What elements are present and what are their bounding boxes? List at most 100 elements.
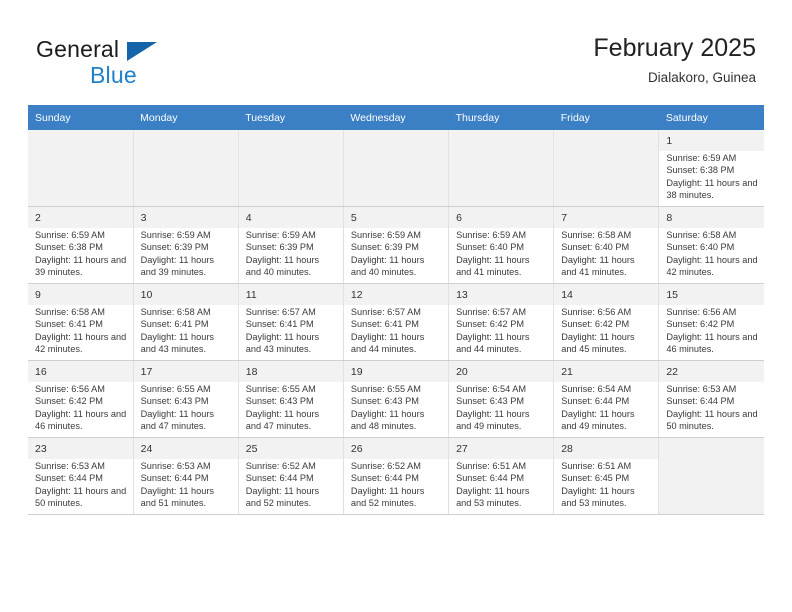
calendar-day-cell[interactable]: 2 Sunrise: 6:59 AM Sunset: 6:38 PM Daylight… [28,206,134,284]
day-cell-inner: 16 Sunrise: 6:56 AM Sunset: 6:42 PM Dayligh… [28,361,133,434]
weekday-header-thursday: Thursday [448,105,554,130]
sunset-text: Sunset: 6:41 PM [35,319,103,330]
calendar-day-cell[interactable]: 13 Sunrise: 6:57 AM Sunset: 6:42 PM Dayligh… [448,283,555,361]
sunrise-text: Sunrise: 6:58 AM [35,307,105,317]
calendar-day-cell[interactable]: 24 Sunrise: 6:53 AM Sunset: 6:44 PM Dayligh… [133,437,239,515]
sunrise-text: Sunrise: 6:55 AM [245,384,316,394]
calendar-week-row: 9 Sunrise: 6:58 AM Sunset: 6:41 PM Daylight… [28,283,764,361]
day-number: 21 [554,361,659,382]
daylight-text: Daylight: 11 hours and 40 minutes. [350,254,425,278]
day-cell-inner: 25 Sunrise: 6:52 AM Sunset: 6:44 PM Dayligh… [238,438,343,511]
calendar-day-cell[interactable]: 5 Sunrise: 6:59 AM Sunset: 6:39 PM Daylight… [343,206,450,284]
calendar-day-cell[interactable]: 18 Sunrise: 6:55 AM Sunset: 6:43 PM Dayligh… [238,360,344,438]
day-number: 10 [133,284,238,305]
calendar-day-cell[interactable]: 8 Sunrise: 6:58 AM Sunset: 6:40 PM Daylight… [658,206,764,284]
daylight-text: Daylight: 11 hours and 45 minutes. [561,331,635,355]
daylight-text: Daylight: 11 hours and 42 minutes. [666,254,758,278]
sunset-text: Sunset: 6:40 PM [561,242,630,253]
calendar-day-cell-empty [553,130,660,207]
daylight-text: Daylight: 11 hours and 50 minutes. [666,408,758,432]
calendar-day-cell[interactable]: 12 Sunrise: 6:57 AM Sunset: 6:41 PM Dayligh… [343,283,450,361]
calendar-day-cell[interactable]: 26 Sunrise: 6:52 AM Sunset: 6:44 PM Dayligh… [343,437,450,515]
daylight-text: Daylight: 11 hours and 42 minutes. [35,331,127,355]
day-cell-inner: 10 Sunrise: 6:58 AM Sunset: 6:41 PM Dayligh… [133,284,238,357]
day-number: 13 [449,284,554,305]
calendar-day-cell[interactable]: 25 Sunrise: 6:52 AM Sunset: 6:44 PM Dayligh… [238,437,344,515]
day-info: Sunrise: 6:57 AM Sunset: 6:41 PM Daylight:… [351,306,442,356]
sunset-text: Sunset: 6:43 PM [245,396,314,407]
calendar-day-cell[interactable]: 23 Sunrise: 6:53 AM Sunset: 6:44 PM Dayligh… [28,437,134,515]
calendar-day-cell[interactable]: 11 Sunrise: 6:57 AM Sunset: 6:41 PM Dayligh… [238,283,344,361]
calendar-day-cell[interactable]: 28 Sunrise: 6:51 AM Sunset: 6:45 PM Dayligh… [553,437,660,515]
sunrise-text: Sunrise: 6:59 AM [666,153,737,163]
sunrise-text: Sunrise: 6:58 AM [140,307,211,317]
sunset-text: Sunset: 6:44 PM [666,396,735,407]
sunrise-text: Sunrise: 6:59 AM [35,230,105,240]
calendar-day-cell[interactable]: 22 Sunrise: 6:53 AM Sunset: 6:44 PM Dayligh… [658,360,764,438]
day-info: Sunrise: 6:51 AM Sunset: 6:44 PM Daylight:… [456,460,547,510]
sunrise-text: Sunrise: 6:57 AM [456,307,527,317]
calendar-day-cell[interactable]: 1 Sunrise: 6:59 AM Sunset: 6:38 PM Daylight… [658,130,764,207]
calendar-day-cell[interactable]: 15 Sunrise: 6:56 AM Sunset: 6:42 PM Dayligh… [658,283,764,361]
calendar-day-cell[interactable]: 3 Sunrise: 6:59 AM Sunset: 6:39 PM Daylight… [133,206,239,284]
sunset-text: Sunset: 6:44 PM [561,396,630,407]
sunset-text: Sunset: 6:40 PM [666,242,735,253]
day-info: Sunrise: 6:58 AM Sunset: 6:40 PM Daylight:… [666,229,758,279]
day-number: 20 [449,361,554,382]
day-number: 28 [554,438,659,459]
daylight-text: Daylight: 11 hours and 50 minutes. [35,485,127,509]
calendar-day-cell[interactable]: 7 Sunrise: 6:58 AM Sunset: 6:40 PM Daylight… [553,206,660,284]
day-cell-inner: 7 Sunrise: 6:58 AM Sunset: 6:40 PM Daylight… [554,207,659,280]
calendar-week-row: 16 Sunrise: 6:56 AM Sunset: 6:42 PM Dayligh… [28,360,764,438]
calendar-day-cell[interactable]: 4 Sunrise: 6:59 AM Sunset: 6:39 PM Daylight… [238,206,344,284]
general-blue-logo[interactable]: General Blue [36,36,216,92]
daylight-text: Daylight: 11 hours and 44 minutes. [456,331,530,355]
sunset-text: Sunset: 6:42 PM [666,319,735,330]
day-cell-inner: 15 Sunrise: 6:56 AM Sunset: 6:42 PM Dayligh… [659,284,764,357]
day-number: 6 [449,207,554,228]
calendar-day-cell[interactable]: 10 Sunrise: 6:58 AM Sunset: 6:41 PM Dayligh… [133,283,239,361]
weekday-header-tuesday: Tuesday [238,105,344,130]
day-cell-inner: 4 Sunrise: 6:59 AM Sunset: 6:39 PM Daylight… [238,207,343,280]
day-number: 11 [238,284,343,305]
day-cell-inner [134,130,238,203]
daylight-text: Daylight: 11 hours and 41 minutes. [561,254,635,278]
daylight-text: Daylight: 11 hours and 40 minutes. [245,254,320,278]
calendar-day-cell[interactable]: 9 Sunrise: 6:58 AM Sunset: 6:41 PM Daylight… [28,283,134,361]
daylight-text: Daylight: 11 hours and 46 minutes. [35,408,127,432]
day-cell-inner: 19 Sunrise: 6:55 AM Sunset: 6:43 PM Dayligh… [343,361,449,434]
calendar-page: General Blue February 2025 Dialakoro, Gu… [0,0,792,612]
calendar-day-cell[interactable]: 14 Sunrise: 6:56 AM Sunset: 6:42 PM Dayligh… [553,283,660,361]
day-info: Sunrise: 6:52 AM Sunset: 6:44 PM Daylight:… [246,460,337,510]
daylight-text: Daylight: 11 hours and 43 minutes. [140,331,215,355]
calendar-day-cell-empty [238,130,344,207]
calendar-day-cell[interactable]: 27 Sunrise: 6:51 AM Sunset: 6:44 PM Dayligh… [448,437,555,515]
day-info: Sunrise: 6:58 AM Sunset: 6:40 PM Daylight:… [561,229,652,279]
daylight-text: Daylight: 11 hours and 53 minutes. [456,485,530,509]
day-cell-inner: 23 Sunrise: 6:53 AM Sunset: 6:44 PM Dayligh… [28,438,133,511]
calendar-day-cell[interactable]: 6 Sunrise: 6:59 AM Sunset: 6:40 PM Daylight… [448,206,555,284]
calendar-day-cell-empty [658,437,764,515]
day-number: 17 [133,361,238,382]
day-info: Sunrise: 6:56 AM Sunset: 6:42 PM Daylight:… [35,383,127,433]
sunrise-text: Sunrise: 6:59 AM [350,230,421,240]
sunset-text: Sunset: 6:44 PM [35,473,103,484]
day-info: Sunrise: 6:59 AM Sunset: 6:40 PM Daylight:… [456,229,547,279]
calendar-day-cell[interactable]: 19 Sunrise: 6:55 AM Sunset: 6:43 PM Dayligh… [343,360,450,438]
day-cell-inner: 12 Sunrise: 6:57 AM Sunset: 6:41 PM Dayligh… [343,284,449,357]
calendar-day-cell-empty [133,130,239,207]
page-title: February 2025 [593,34,756,62]
sunrise-text: Sunrise: 6:51 AM [561,461,632,471]
day-info: Sunrise: 6:53 AM Sunset: 6:44 PM Daylight:… [141,460,232,510]
sunset-text: Sunset: 6:41 PM [350,319,419,330]
day-number: 22 [659,361,764,382]
sunset-text: Sunset: 6:40 PM [456,242,524,253]
calendar-day-cell[interactable]: 16 Sunrise: 6:56 AM Sunset: 6:42 PM Dayligh… [28,360,134,438]
calendar-day-cell[interactable]: 17 Sunrise: 6:55 AM Sunset: 6:43 PM Dayligh… [133,360,239,438]
calendar-day-cell[interactable]: 21 Sunrise: 6:54 AM Sunset: 6:44 PM Dayligh… [553,360,660,438]
daylight-text: Daylight: 11 hours and 41 minutes. [456,254,530,278]
day-info: Sunrise: 6:59 AM Sunset: 6:39 PM Daylight:… [351,229,442,279]
day-cell-inner: 26 Sunrise: 6:52 AM Sunset: 6:44 PM Dayligh… [343,438,449,511]
day-info: Sunrise: 6:59 AM Sunset: 6:39 PM Daylight:… [246,229,337,279]
calendar-day-cell[interactable]: 20 Sunrise: 6:54 AM Sunset: 6:43 PM Dayligh… [448,360,555,438]
